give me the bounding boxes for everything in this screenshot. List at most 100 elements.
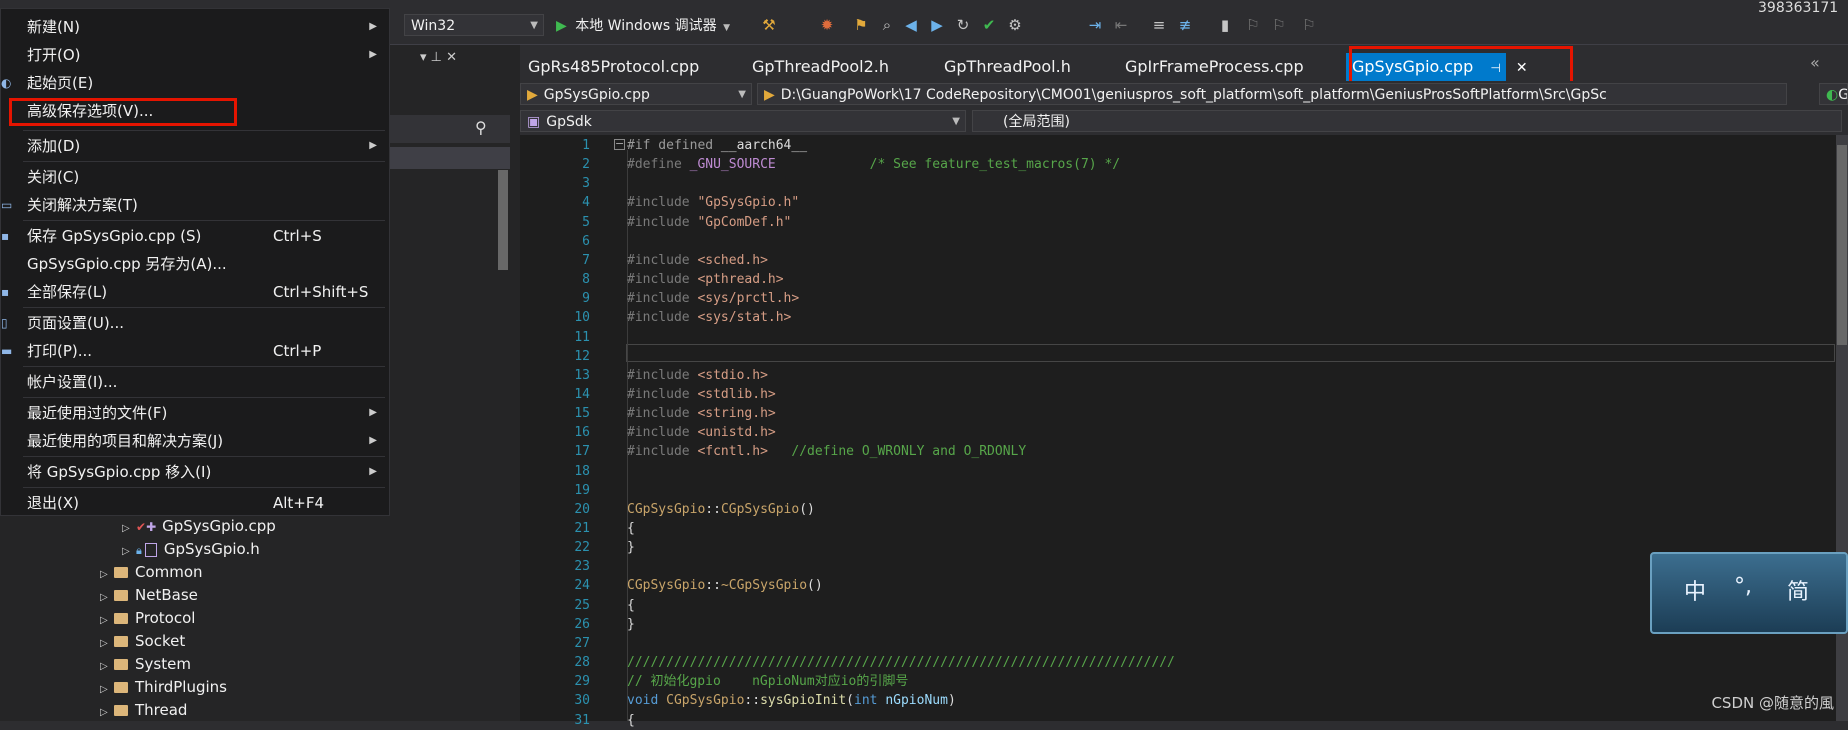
tab-label: GpIrFrameProcess.cpp [1125,57,1304,76]
menu-item-close-solution[interactable]: ▭ 关闭解决方案(T) [1,192,389,218]
find-in-files-icon[interactable]: ⚒ [760,16,778,34]
menu-item-page-setup[interactable]: ▯ 页面设置(U)... [1,310,389,336]
menu-shortcut: Ctrl+S [273,227,322,245]
ime-mode-chinese[interactable]: 中 [1684,574,1706,606]
indent-icon[interactable]: ⇥ [1086,16,1104,34]
menu-item-recent-files[interactable]: 最近使用过的文件(F) ▶ [1,400,389,426]
tab-gpthreadpool[interactable]: GpThreadPool.h [944,53,1071,81]
line-number: 17 [574,444,590,460]
menu-separator [23,366,385,367]
tree-folder[interactable]: ▷ System [100,653,191,675]
forward-icon[interactable]: ▶ [928,16,946,34]
menu-item-save-all[interactable]: ▪ 全部保存(L) Ctrl+Shift+S [1,279,389,305]
next-bookmark-icon[interactable]: ⚐ [1270,16,1288,34]
tab-gpthreadpool2[interactable]: GpThreadPool2.h [752,53,889,81]
code-line: #include <fcntl.h> //define O_WRONLY and… [627,444,1027,460]
platform-combo-value: Win32 [411,18,456,34]
tree-item-file[interactable]: ▷ ✔✚ GpSysGpio.cpp [122,515,276,537]
line-number: 29 [574,674,590,690]
check-icon[interactable]: ✔ [980,16,998,34]
menu-item-close[interactable]: 关闭(C) [1,164,389,190]
navigate-icon[interactable]: ⌕ [878,16,896,34]
menu-separator [23,220,385,221]
line-number: 8 [582,272,590,288]
current-line-highlight [626,344,1835,362]
code-line: #if defined __aarch64__ [627,138,808,153]
menu-item-new[interactable]: 新建(N) ▶ [1,14,389,40]
menu-bar [0,0,1848,8]
ime-simplified[interactable]: 简 [1787,574,1809,606]
bookmark-icon[interactable]: ⚑ [852,16,870,34]
menu-separator [23,161,385,162]
build-icon[interactable]: ✹ [818,16,836,34]
tab-gpirframeprocess[interactable]: GpIrFrameProcess.cpp [1125,53,1304,81]
menu-item-save[interactable]: ▪ 保存 GpSysGpio.cpp (S) Ctrl+S [1,223,389,249]
tree-folder[interactable]: ▷ NetBase [100,584,198,606]
code-line: { [627,712,635,728]
path-combo[interactable]: ▶ D:\GuangPoWork\17 CodeRepository\CMO01\… [757,83,1787,105]
tree-item-file[interactable]: ▷ 🔒︎ GpSysGpio.h [122,538,260,560]
menu-item-print[interactable]: ▬ 打印(P)... Ctrl+P [1,338,389,364]
account-number: 398363171 [1758,0,1839,16]
tree-scrollbar[interactable] [498,170,508,270]
tree-folder[interactable]: ▷ Protocol [100,607,195,629]
scroll-thumb[interactable] [1837,145,1847,345]
uncomment-icon[interactable]: ≢ [1176,16,1194,34]
menu-item-save-as[interactable]: GpSysGpio.cpp 另存为(A)... [1,251,389,277]
tree-folder[interactable]: ▷ Thread [100,699,187,721]
comment-icon[interactable]: ≡ [1150,16,1168,34]
line-number: 7 [582,252,590,268]
code-line: void CGpSysGpio::sysGpioInit(int nGpioNu… [627,693,956,709]
line-number: 13 [574,367,590,383]
tool-icon[interactable]: ⚙ [1006,16,1024,34]
bookmark-toggle-icon[interactable]: ▮ [1216,16,1234,34]
menu-item-open[interactable]: 打开(O) ▶ [1,42,389,68]
folder-icon [114,705,128,716]
menu-item-add[interactable]: 添加(D) ▶ [1,133,389,159]
code-line: CGpSysGpio::CGpSysGpio() [627,501,815,517]
symbol-combo-value: G [1838,87,1848,103]
menu-item-move-into[interactable]: 将 GpSysGpio.cpp 移入(I) ▶ [1,459,389,485]
symbol-combo[interactable]: ◐G [1819,83,1848,105]
folder-label: NetBase [135,586,198,604]
code-line: // 初始化gpio nGpioNum对应io的引脚号 [627,674,909,690]
menu-item-recent-projects[interactable]: 最近使用的项目和解决方案(J) ▶ [1,428,389,454]
reload-icon[interactable]: ↻ [954,16,972,34]
file-combo[interactable]: ▶ GpSysGpio.cpp ▼ [520,83,752,105]
tree-folder[interactable]: ▷ ThirdPlugins [100,676,227,698]
expand-icon: ▷ [100,684,108,695]
clear-bookmarks-icon[interactable]: ⚐ [1300,16,1318,34]
tab-overflow-icon[interactable]: « [1810,53,1820,72]
platform-combo[interactable]: Win32 ▼ [404,14,544,36]
menu-label: 添加(D) [27,137,81,155]
tree-folder[interactable]: ▷ Common [100,561,203,583]
menu-item-start-page[interactable]: ◐ 起始页(E) [1,70,389,96]
submenu-arrow-icon: ▶ [369,140,377,151]
menu-item-exit[interactable]: 退出(X) Alt+F4 [1,490,389,516]
tab-gprs485protocol[interactable]: GpRs485Protocol.cpp [528,53,699,81]
collapse-icon[interactable]: − [614,138,625,150]
line-number: 6 [582,233,590,249]
menu-separator [23,456,385,457]
file-menu: 新建(N) ▶ 打开(O) ▶ ◐ 起始页(E) 高级保存选项(V)... 添加(D)… [0,8,390,516]
submenu-arrow-icon: ▶ [369,466,377,477]
folder-label: Protocol [135,609,196,627]
line-number: 5 [582,214,590,230]
project-combo[interactable]: ▣ GpSdk ▼ [520,110,966,132]
ime-punctuation[interactable]: °, [1734,574,1752,599]
code-line: CGpSysGpio::~CGpSysGpio() [627,578,823,594]
back-icon[interactable]: ◀ [902,16,920,34]
menu-shortcut: Ctrl+P [273,342,322,360]
print-icon: ▬ [1,344,13,358]
prev-bookmark-icon[interactable]: ⚐ [1244,16,1262,34]
scope-combo[interactable]: (全局范围) [972,110,1842,132]
outdent-icon[interactable]: ⇤ [1112,16,1130,34]
menu-separator [23,487,385,488]
menu-item-account-settings[interactable]: 帐户设置(I)... [1,369,389,395]
tree-folder[interactable]: ▷ Socket [100,630,185,652]
start-debugger-button[interactable]: ▶ 本地 Windows 调试器 ▼ [556,14,730,38]
ime-toolbar[interactable]: 中 °, 简 [1650,552,1848,634]
menu-label: 退出(X) [27,494,79,512]
panel-pin-icon[interactable]: ▾ ⊥ ✕ [420,50,457,65]
code-line: ////////////////////////////////////////… [627,655,1175,671]
